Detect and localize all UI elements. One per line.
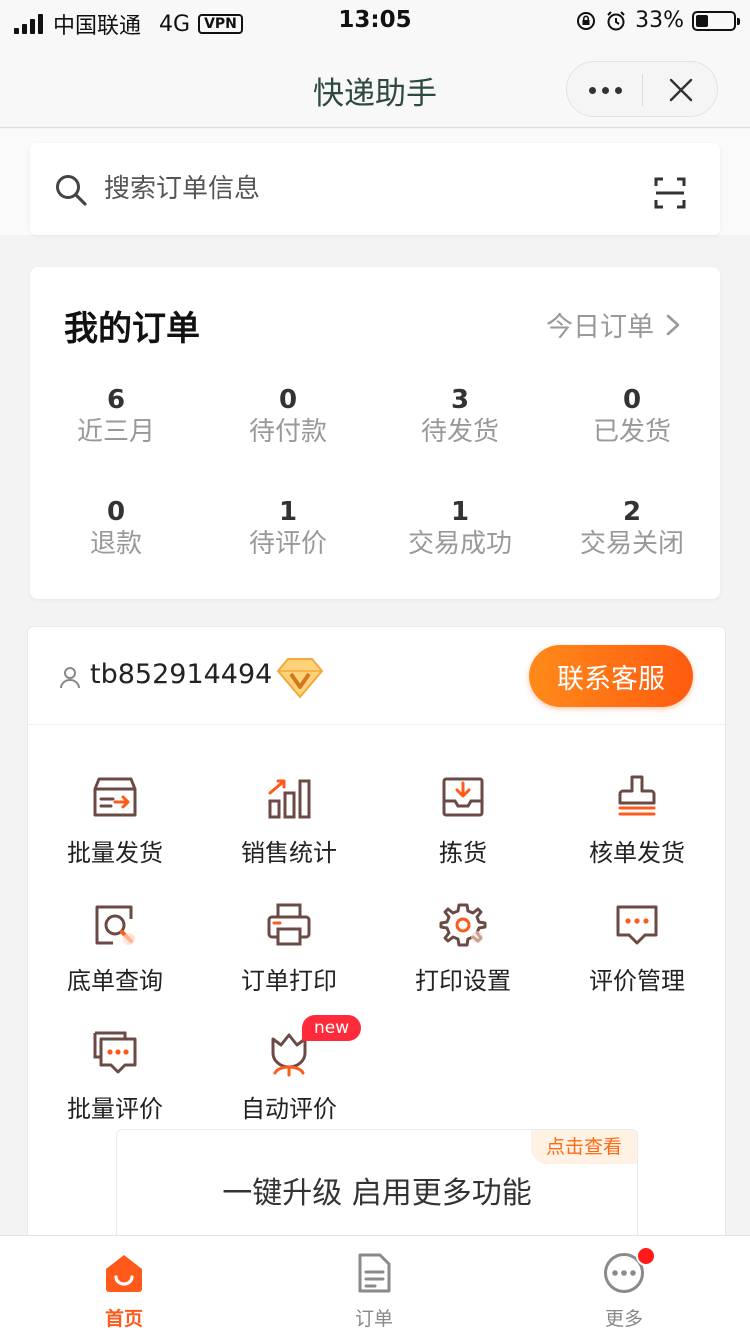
feature-label: 打印设置 [415, 967, 511, 995]
feature-pick-goods[interactable]: 拣货 [376, 773, 550, 883]
stamp-icon [618, 775, 656, 816]
more-dots-icon[interactable] [589, 87, 622, 94]
feature-label: 销售统计 [241, 839, 337, 867]
orders-title: 我的订单 [64, 309, 200, 349]
review-chat-icon [616, 905, 658, 945]
feature-label: 订单打印 [241, 967, 337, 995]
tab-orders[interactable]: 订单 [314, 1252, 434, 1331]
stat-count: 0 [106, 497, 126, 527]
battery-icon [692, 10, 740, 31]
today-orders-link[interactable]: 今日订单 [546, 305, 680, 344]
search-input[interactable] [104, 165, 604, 213]
stat-count: 3 [450, 385, 470, 415]
feature-verify-ship[interactable]: 核单发货 [550, 773, 724, 883]
user-icon [60, 667, 80, 689]
contact-service-button[interactable]: 联系客服 [529, 645, 693, 707]
stat-count: 0 [278, 385, 298, 415]
feature-review-manage[interactable]: 评价管理 [550, 901, 724, 1011]
stat-label: 交易关闭 [579, 529, 684, 559]
feature-label: 批量评价 [67, 1095, 163, 1123]
view-details-tag[interactable]: 点击查看 [531, 1130, 637, 1164]
scan-icon[interactable] [654, 177, 686, 209]
feature-label: 核单发货 [589, 839, 685, 867]
vip-diamond-icon[interactable] [276, 656, 324, 700]
stat-count: 2 [622, 497, 642, 527]
stat-label: 交易成功 [407, 529, 512, 559]
stat-label: 待发货 [420, 417, 499, 447]
feature-print-settings[interactable]: 打印设置 [376, 901, 550, 1011]
order-stat-to-ship[interactable]: 3 待发货 [374, 385, 546, 449]
stat-count: 1 [450, 497, 470, 527]
tab-label: 更多 [604, 1308, 643, 1330]
order-stat-to-review[interactable]: 1 待评价 [202, 497, 374, 561]
my-orders-card: 我的订单 今日订单 6 近三月 0 待付款 3 待发货 0 已发货 0 退款 1… [30, 267, 720, 599]
search-icon [56, 175, 87, 206]
feature-doc-query[interactable]: 底单查询 [28, 901, 202, 1011]
mini-program-capsule [566, 61, 718, 117]
feature-sales-stats[interactable]: 销售统计 [202, 773, 376, 883]
capsule-divider [642, 74, 643, 106]
tab-home[interactable]: 首页 [64, 1252, 184, 1331]
feature-label: 自动评价 [241, 1095, 337, 1123]
status-right: 33% [575, 8, 740, 33]
stat-label: 待付款 [248, 417, 327, 447]
orientation-lock-icon [577, 11, 596, 30]
document-icon [358, 1253, 391, 1293]
feature-label: 底单查询 [67, 967, 163, 995]
order-stat-completed[interactable]: 1 交易成功 [374, 497, 546, 561]
order-stat-recent[interactable]: 6 近三月 [30, 385, 202, 449]
feature-batch-review[interactable]: 批量评价 [28, 1029, 202, 1139]
feature-label: 评价管理 [589, 967, 685, 995]
stat-label: 待评价 [248, 529, 327, 559]
order-stat-unpaid[interactable]: 0 待付款 [202, 385, 374, 449]
account-name: tb852914494 [90, 659, 273, 690]
battery-percent: 33% [635, 8, 684, 33]
gear-icon [439, 903, 487, 947]
bottom-tab-bar: 首页 订单 更多 [0, 1235, 750, 1334]
upgrade-text: 一键升级 启用更多功能 [222, 1176, 532, 1211]
order-stat-closed[interactable]: 2 交易关闭 [546, 497, 718, 561]
nav-bar: 快递助手 [0, 44, 750, 128]
search-bar [30, 143, 720, 235]
pick-goods-icon [442, 777, 484, 817]
tab-label: 订单 [354, 1308, 393, 1330]
feature-label: 批量发货 [67, 839, 163, 867]
feature-label: 拣货 [439, 839, 487, 867]
search-doc-icon [95, 905, 135, 945]
feature-order-print[interactable]: 订单打印 [202, 901, 376, 1011]
stat-count: 0 [622, 385, 642, 415]
home-icon [106, 1255, 142, 1292]
search-section [0, 129, 750, 235]
close-icon[interactable] [667, 76, 695, 104]
stat-count: 6 [106, 385, 126, 415]
account-card: tb852914494 联系客服 批量发货 销售统计 拣货 核单发货 底单查询 … [27, 626, 726, 1269]
tab-more[interactable]: 更多 [564, 1246, 684, 1331]
feature-auto-review[interactable]: new 自动评价 [202, 1015, 376, 1139]
today-orders-label: 今日订单 [546, 312, 654, 343]
tab-label: 首页 [104, 1308, 143, 1330]
stat-label: 近三月 [76, 417, 155, 447]
account-row: tb852914494 联系客服 [28, 627, 725, 725]
new-badge: new [302, 1015, 362, 1041]
batch-ship-icon [93, 777, 137, 817]
status-bar: 中国联通 4G VPN 13:05 33% [0, 0, 750, 44]
sales-chart-icon [268, 779, 311, 819]
order-stat-shipped[interactable]: 0 已发货 [546, 385, 718, 449]
stat-label: 退款 [89, 529, 142, 559]
chevron-right-icon [666, 314, 680, 335]
stat-count: 1 [278, 497, 298, 527]
batch-review-icon [93, 1031, 137, 1074]
stat-label: 已发货 [592, 417, 671, 447]
alarm-icon [607, 10, 625, 30]
order-stat-refund[interactable]: 0 退款 [30, 497, 202, 561]
printer-icon [267, 903, 311, 946]
feature-batch-ship[interactable]: 批量发货 [28, 773, 202, 883]
notification-dot [636, 1246, 656, 1266]
